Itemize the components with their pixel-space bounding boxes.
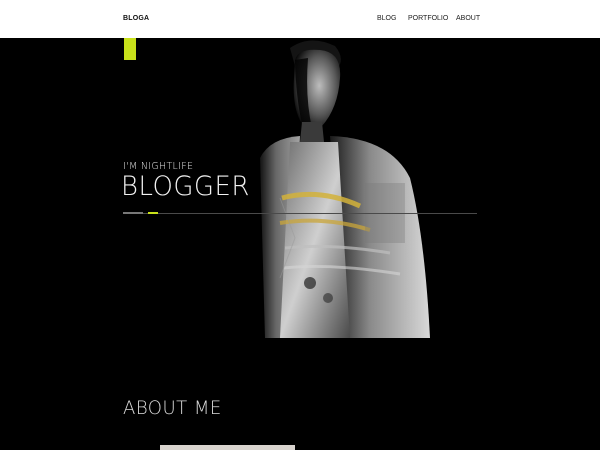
accent-bar <box>124 38 136 60</box>
divider-segment-accent <box>148 212 158 214</box>
main-nav: BLOG PORTFOLIO ABOUT <box>0 15 600 25</box>
hero-section: I'M NIGHTLIFE BLOGGER <box>0 38 600 338</box>
portrait-photo <box>260 40 430 338</box>
nav-item-blog[interactable]: BLOG <box>377 15 396 22</box>
divider-segment-gray <box>123 212 143 214</box>
about-image <box>160 445 295 450</box>
hero-headline: BLOGGER <box>121 171 250 202</box>
hero-divider <box>123 213 477 214</box>
about-title: ABOUT ME <box>123 397 222 419</box>
nav-item-about[interactable]: ABOUT <box>456 15 480 22</box>
nav-item-portfolio[interactable]: PORTFOLIO <box>408 15 448 22</box>
site-header: BLOGA BLOG PORTFOLIO ABOUT <box>0 0 600 38</box>
